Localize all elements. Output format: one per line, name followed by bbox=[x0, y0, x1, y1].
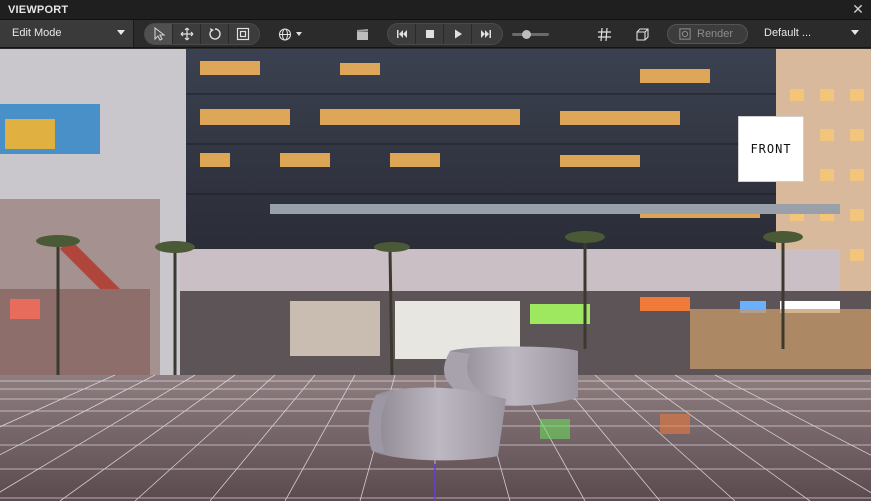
render-icon bbox=[679, 28, 691, 40]
rotate-tool-button[interactable] bbox=[201, 24, 229, 44]
scale-tool-button[interactable] bbox=[229, 24, 257, 44]
view-cube-face-label: FRONT bbox=[750, 142, 792, 156]
viewport-toolbar: Edit Mode Render Default ... bbox=[0, 20, 871, 48]
coordinate-space-dropdown[interactable] bbox=[274, 24, 306, 44]
stop-icon bbox=[425, 30, 434, 38]
box-icon bbox=[635, 27, 649, 41]
skip-back-icon bbox=[396, 30, 407, 38]
preset-dropdown-label: Default ... bbox=[764, 27, 812, 39]
viewport-titlebar: VIEWPORT ✕ bbox=[0, 0, 871, 20]
3d-viewport[interactable]: FRONT bbox=[0, 49, 871, 501]
camera-button[interactable] bbox=[352, 24, 372, 44]
move-icon bbox=[180, 27, 193, 41]
select-tool-button[interactable] bbox=[145, 24, 173, 44]
play-icon bbox=[454, 29, 462, 39]
render-button[interactable]: Render bbox=[667, 24, 748, 44]
mode-dropdown[interactable]: Edit Mode bbox=[0, 20, 134, 47]
skip-back-button[interactable] bbox=[388, 24, 416, 44]
chevron-down-icon bbox=[296, 32, 302, 36]
chevron-down-icon bbox=[117, 30, 125, 35]
mode-dropdown-label: Edit Mode bbox=[12, 27, 62, 39]
scale-icon bbox=[236, 27, 250, 41]
view-cube[interactable]: FRONT bbox=[738, 116, 804, 182]
render-button-label: Render bbox=[697, 28, 734, 40]
globe-icon bbox=[278, 27, 292, 41]
skip-forward-icon bbox=[481, 30, 491, 38]
clapperboard-icon bbox=[356, 28, 368, 40]
playback-controls bbox=[387, 23, 503, 45]
camera-preset-dropdown[interactable]: Default ... bbox=[756, 20, 871, 47]
shading-mode-button[interactable] bbox=[632, 24, 652, 44]
playback-speed-slider[interactable] bbox=[512, 30, 549, 39]
close-icon[interactable]: ✕ bbox=[851, 1, 865, 17]
grid-icon bbox=[597, 27, 611, 41]
grid-toggle-button[interactable] bbox=[594, 24, 614, 44]
rotate-icon bbox=[208, 28, 221, 40]
stop-button[interactable] bbox=[416, 24, 444, 44]
window-title: VIEWPORT bbox=[8, 4, 69, 16]
slider-knob[interactable] bbox=[522, 30, 531, 39]
skip-forward-button[interactable] bbox=[472, 24, 500, 44]
move-tool-button[interactable] bbox=[173, 24, 201, 44]
cursor-icon bbox=[153, 27, 166, 41]
transform-tools bbox=[144, 23, 260, 45]
chevron-down-icon bbox=[851, 30, 859, 35]
play-button[interactable] bbox=[444, 24, 472, 44]
